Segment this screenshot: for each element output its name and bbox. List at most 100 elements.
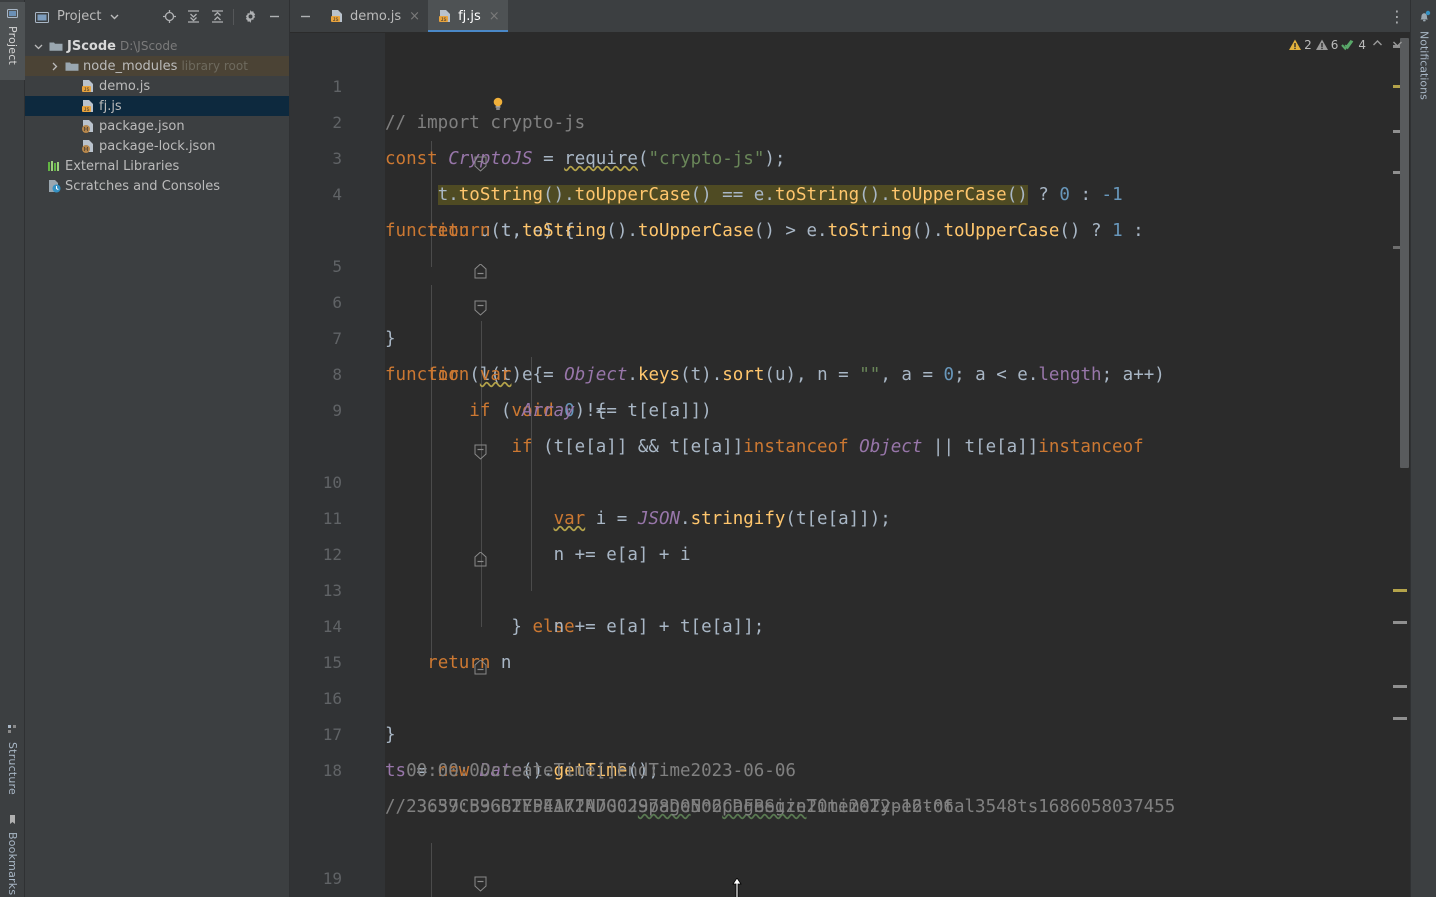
previous-problem-icon[interactable] [1369, 37, 1386, 53]
code-line[interactable]: 3 function u(t, e) { [290, 105, 1410, 241]
sidebar-item-structure-label: Structure [6, 742, 19, 795]
code-line[interactable]: 13 n += e[a] + t[e[a]]; [290, 537, 1410, 637]
fold-end-icon[interactable] [368, 223, 487, 279]
tab-label: demo.js [350, 8, 402, 24]
close-icon[interactable]: × [409, 9, 420, 24]
project-view-selector[interactable]: Project [33, 6, 121, 28]
code-line[interactable]: 5 } [290, 213, 1410, 349]
fold-collapse-icon[interactable] [368, 835, 487, 892]
svg-text:JS: JS [332, 17, 338, 23]
hide-panel-icon[interactable] [263, 6, 285, 28]
code-line[interactable]: 10 var i = JSON.stringify(t[e[a]]); [290, 429, 1410, 529]
editor-scrollbar-thumb[interactable] [1400, 38, 1409, 468]
stripe-mark[interactable] [1393, 717, 1407, 720]
chevron-down-icon[interactable] [107, 6, 121, 28]
tree-row-demo-js[interactable]: JS demo.js [25, 76, 289, 96]
code-line[interactable]: 17 ts = new Date().getTime(); [290, 681, 1410, 781]
chevron-down-icon[interactable] [31, 42, 45, 51]
tree-row-package-lock-json[interactable]: package-lock.json [25, 136, 289, 156]
line-number: 9 [332, 401, 342, 420]
js-file-icon: JS [438, 9, 452, 23]
code-line[interactable]: 2 const CryptoJS = require("crypto-js"); [290, 69, 1410, 169]
editor-error-stripe[interactable] [1390, 33, 1410, 897]
tree-row-jscode[interactable]: JScode D:\JScode [25, 36, 289, 56]
weak-warning-count[interactable]: 6 [1315, 38, 1338, 52]
code-line[interactable]: 18 // 3637CB36B2E54A72A7002978D0506CDFBe… [290, 717, 1410, 825]
tab-demo-js[interactable]: JS demo.js × [320, 0, 428, 32]
code-line[interactable]: 12 } else [290, 501, 1410, 637]
code-line[interactable]: 14 return n [290, 573, 1410, 673]
warning-count[interactable]: 2 [1288, 38, 1312, 52]
json-file-icon [81, 139, 95, 153]
close-icon[interactable]: × [489, 9, 500, 24]
sidebar-item-project[interactable]: Project [0, 2, 25, 80]
project-panel-title: Project [57, 9, 102, 24]
select-opened-file-icon[interactable] [158, 6, 180, 28]
inspection-widget[interactable]: 2 6 4 [1288, 34, 1406, 56]
tree-row-package-json[interactable]: package.json [25, 116, 289, 136]
code-line[interactable]: 11 n += e[a] + i [290, 465, 1410, 565]
fold-collapse-icon[interactable] [368, 259, 487, 316]
svg-text:JS: JS [83, 107, 89, 113]
code-line[interactable]: 16 [290, 645, 1410, 708]
line-number: 18 [322, 761, 342, 780]
structure-icon [7, 724, 18, 738]
settings-gear-icon[interactable] [239, 6, 261, 28]
project-icon [7, 8, 18, 22]
warning-count-label: 2 [1304, 38, 1312, 52]
resize-cursor [731, 877, 743, 897]
code-line[interactable]: 8 if (void 0 !== t[e[a]]) [290, 321, 1410, 421]
js-file-icon: JS [81, 79, 95, 93]
scratches-icon [47, 179, 61, 193]
tree-row-label: External Libraries [65, 158, 180, 174]
fold-end-icon[interactable] [368, 619, 487, 675]
code-line[interactable]: 1 // import crypto-js [290, 33, 1410, 133]
code-editor[interactable]: 1 // import crypto-js 2 const CryptoJS =… [290, 33, 1410, 897]
expand-all-icon[interactable] [182, 6, 204, 28]
fold-collapse-icon[interactable] [368, 115, 487, 172]
more-options-icon[interactable]: ⋮ [1384, 0, 1410, 32]
code-line[interactable]: 7 for (var e = Object.keys(t).sort(u), n… [290, 285, 1410, 385]
tab-fj-js[interactable]: JS fj.js × [428, 0, 508, 32]
project-panel-header: Project [25, 0, 289, 33]
tree-row-external-libraries[interactable]: External Libraries [25, 156, 289, 176]
fold-collapse-icon[interactable] [368, 403, 487, 460]
bell-icon [1418, 10, 1431, 26]
tree-row-label: demo.js [99, 78, 151, 94]
stripe-mark[interactable] [1393, 589, 1407, 592]
left-tool-strip: Project Structure Bookmarks [0, 0, 25, 897]
code-line[interactable]: 20 "ts": ts, [290, 861, 1410, 897]
chevron-right-icon[interactable] [47, 62, 61, 71]
tree-row-scratches-and-consoles[interactable]: Scratches and Consoles [25, 176, 289, 196]
project-tree[interactable]: JScode D:\JScode node_modules library ro… [25, 33, 289, 196]
ok-count-label: 4 [1358, 38, 1366, 52]
weak-warning-triangle-icon [1315, 38, 1329, 52]
bookmarks-icon [7, 814, 18, 828]
code-line[interactable]: 19 t = { [290, 825, 1410, 892]
sidebar-item-notifications[interactable]: Notifications [1411, 4, 1436, 134]
tree-row-label: package.json [99, 118, 185, 134]
code-line[interactable]: 6 function l(t) { [290, 249, 1410, 385]
next-problem-icon[interactable] [1389, 37, 1406, 53]
svg-text:JS: JS [441, 17, 447, 23]
tree-row-fj-js[interactable]: JS fj.js [25, 96, 289, 116]
fold-end-icon[interactable] [368, 511, 487, 567]
ok-count[interactable]: 4 [1341, 38, 1366, 52]
folder-icon [65, 60, 79, 72]
tree-row-node-modules[interactable]: node_modules library root [25, 56, 289, 76]
collapse-all-icon[interactable] [206, 6, 228, 28]
hide-editor-icon[interactable] [290, 0, 320, 32]
js-file-icon: JS [330, 9, 344, 23]
stripe-mark[interactable] [1393, 621, 1407, 624]
sidebar-item-bookmarks[interactable]: Bookmarks [0, 808, 25, 896]
sidebar-item-structure[interactable]: Structure [0, 718, 25, 804]
folder-icon [49, 40, 63, 52]
code-line[interactable]: 9 if (t[e[a]] && t[e[a]]instanceof Objec… [290, 357, 1410, 460]
svg-text:JS: JS [83, 87, 89, 93]
tree-row-label: fj.js [99, 98, 122, 114]
stripe-mark[interactable] [1393, 685, 1407, 688]
code-line[interactable]: 4 return t.toString().toUpperCase() > e.… [290, 141, 1410, 241]
tree-row-sublabel: library root [181, 59, 248, 73]
project-view-icon [33, 6, 51, 28]
code-line[interactable]: 15 } [290, 609, 1410, 745]
